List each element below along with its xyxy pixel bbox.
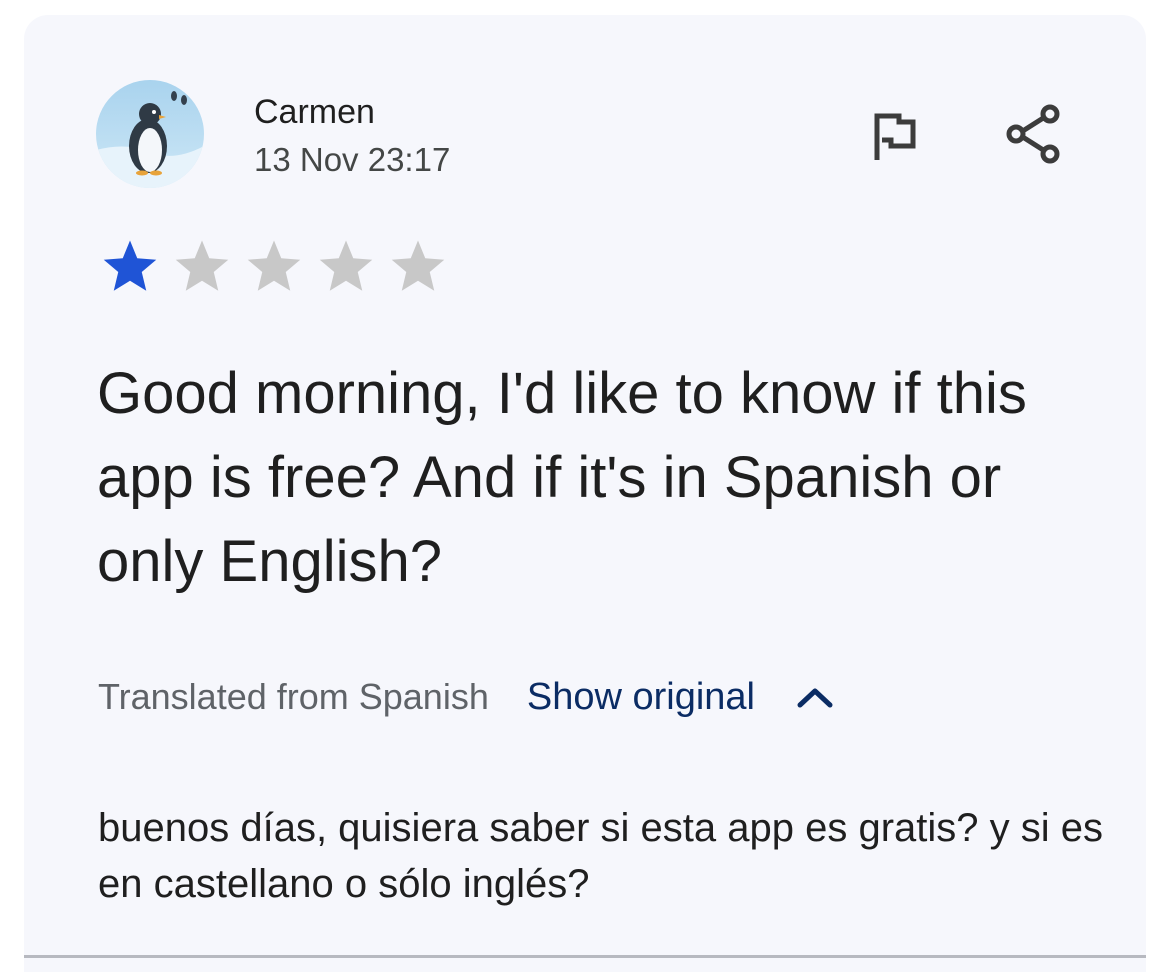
flag-icon	[874, 113, 916, 160]
share-icon	[1006, 104, 1060, 164]
penguin-avatar-icon	[96, 80, 204, 188]
review-text: Good morning, I'd like to know if this a…	[97, 361, 1027, 594]
report-button[interactable]	[858, 100, 930, 172]
chevron-up-icon	[797, 688, 833, 708]
star-empty-icon	[247, 240, 301, 291]
share-button[interactable]	[998, 98, 1070, 170]
star-empty-icon	[175, 240, 229, 291]
show-original-link[interactable]: Show original	[527, 673, 755, 721]
review-timestamp: 13 Nov 23:17	[254, 141, 451, 178]
translation-row: Translated from Spanish Show original	[98, 673, 837, 721]
original-review-text: buenos días, quisiera saber si esta app …	[98, 806, 1103, 906]
star-rating	[100, 236, 448, 296]
author-avatar	[96, 80, 204, 188]
star-empty-icon	[391, 240, 445, 291]
star-filled-icon	[103, 240, 157, 291]
collapse-original-button[interactable]	[793, 675, 837, 719]
divider	[24, 955, 1146, 958]
author-name: Carmen	[254, 93, 375, 131]
translated-from-label: Translated from Spanish	[98, 676, 489, 717]
star-empty-icon	[319, 240, 373, 291]
